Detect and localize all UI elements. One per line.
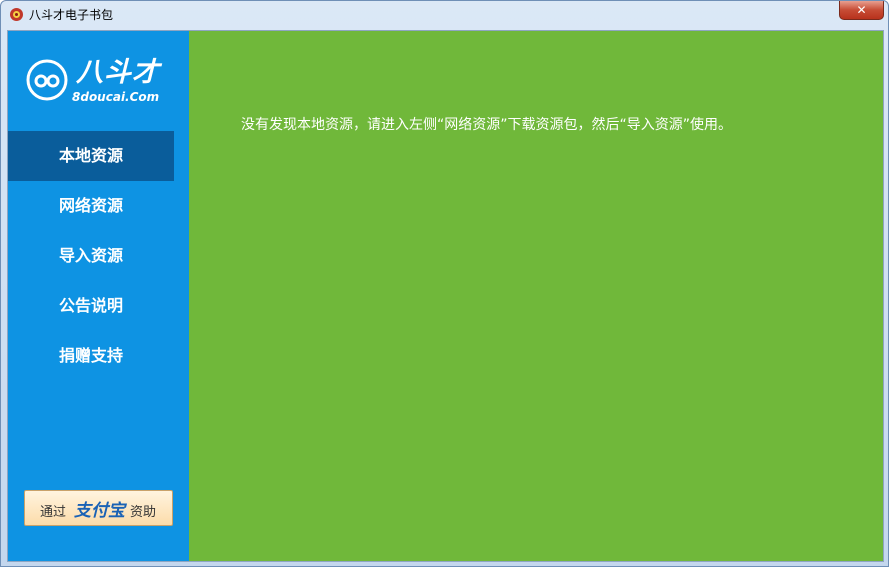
sidebar-item-label: 捐赠支持 bbox=[59, 346, 124, 365]
sidebar-item-label: 本地资源 bbox=[59, 146, 124, 165]
sidebar-item-announcements[interactable]: 公告说明 bbox=[8, 281, 189, 331]
sidebar: 八斗才 8doucai.Com 本地资源 网络资源 导入资源 公告说明 捐赠支持… bbox=[8, 31, 189, 561]
logo-icon bbox=[26, 59, 68, 101]
sidebar-item-label: 公告说明 bbox=[59, 296, 124, 315]
sidebar-item-donate-support[interactable]: 捐赠支持 bbox=[8, 331, 189, 381]
logo-chinese-text: 八斗才 bbox=[76, 57, 160, 88]
donate-prefix: 通过 bbox=[40, 505, 67, 520]
empty-state-message: 没有发现本地资源，请进入左侧“网络资源”下载资源包，然后“导入资源”使用。 bbox=[241, 117, 733, 133]
sidebar-item-label: 导入资源 bbox=[59, 246, 124, 265]
sidebar-item-network-resources[interactable]: 网络资源 bbox=[8, 181, 189, 231]
close-button[interactable]: ✕ bbox=[839, 1, 884, 20]
app-icon bbox=[10, 8, 23, 21]
donate-suffix: 资助 bbox=[130, 505, 157, 520]
app-window: 八斗才电子书包 ✕ 八斗才 8doucai.Com 本地资源 网络资源 导入资源… bbox=[0, 0, 889, 567]
sidebar-item-label: 网络资源 bbox=[59, 196, 124, 215]
sidebar-item-local-resources[interactable]: 本地资源 bbox=[8, 131, 189, 181]
sidebar-item-import-resources[interactable]: 导入资源 bbox=[8, 231, 189, 281]
window-title: 八斗才电子书包 bbox=[29, 8, 114, 22]
title-bar[interactable]: 八斗才电子书包 ✕ bbox=[1, 1, 888, 28]
logo-site-text: 8doucai.Com bbox=[72, 90, 160, 104]
close-icon: ✕ bbox=[856, 3, 867, 17]
alipay-donate-button[interactable]: 通过 支付宝 资助 bbox=[24, 490, 173, 526]
logo: 八斗才 8doucai.Com bbox=[26, 55, 166, 111]
client-area: 八斗才 8doucai.Com 本地资源 网络资源 导入资源 公告说明 捐赠支持… bbox=[7, 30, 884, 562]
alipay-logo: 支付宝 bbox=[74, 501, 125, 521]
